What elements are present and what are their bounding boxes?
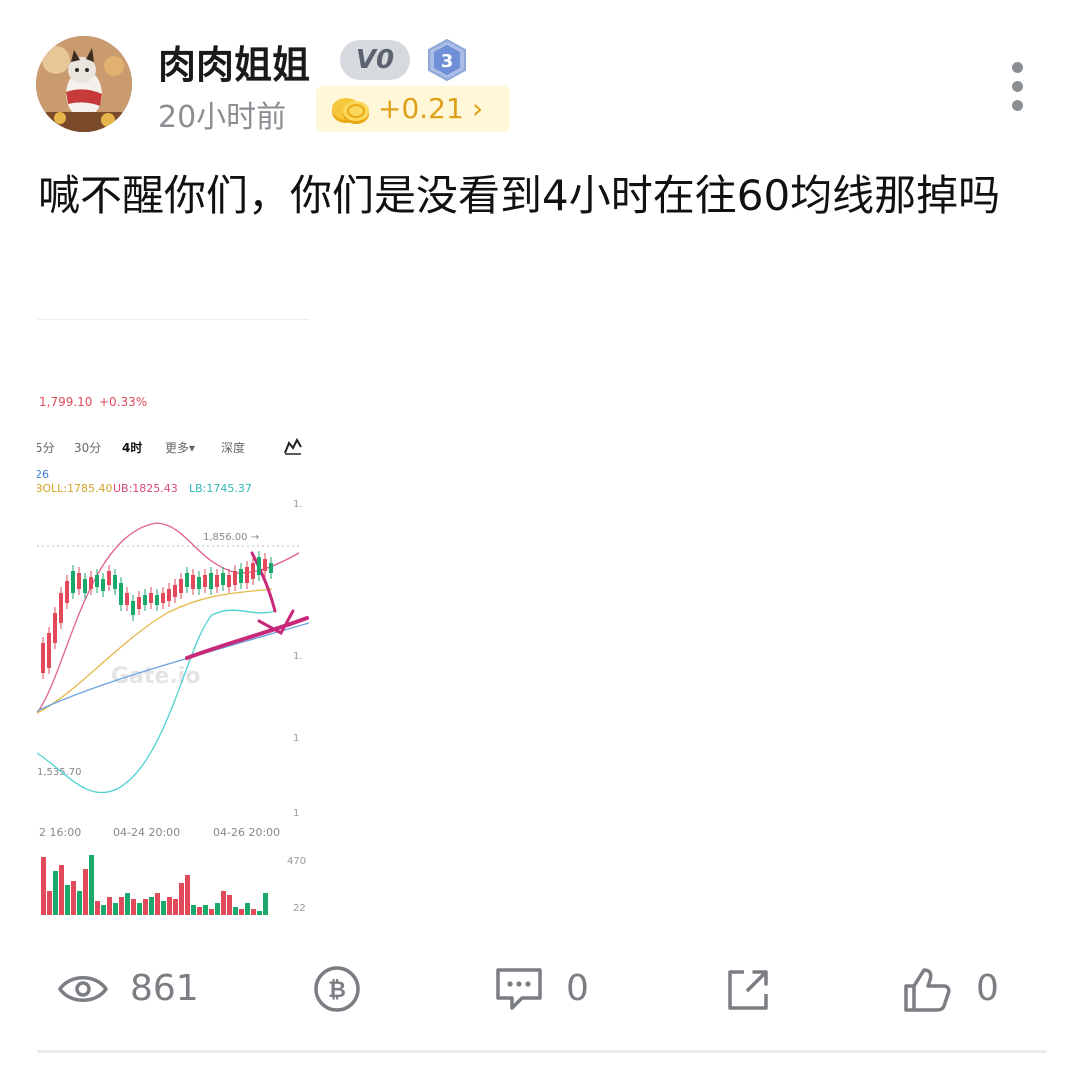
volume-bar [77,891,82,915]
candles-group [41,551,273,679]
volume-bar [239,909,244,915]
coin-icon [330,94,372,126]
views-icon [56,964,110,1014]
volume-bar [155,893,160,915]
tab-5min[interactable]: 5分 [37,439,55,456]
volume-bar [227,895,232,915]
divider [37,1050,1047,1053]
volume-bar [83,869,88,915]
post-image[interactable]: 1,799.10 +0.33% 5分 30分 4时 更多▾ 深度 26 BOLL… [37,313,309,918]
x-label: 2 16:00 [39,826,82,839]
more-dot-icon [1012,100,1023,111]
volume-bar [191,905,196,915]
vol-label: 470 [287,856,307,867]
volume-bar [233,907,238,915]
volume-bar [149,897,154,915]
tab-depth[interactable]: 深度 [221,439,245,456]
price-change: +0.33% [99,395,148,409]
volume-bar [173,899,178,915]
comment-icon[interactable] [492,964,546,1014]
volume-bar [131,899,136,915]
volume-chart [41,855,268,915]
volume-bar [53,871,58,915]
tab-4h[interactable]: 4时 [122,439,142,456]
like-icon[interactable] [900,964,954,1014]
boll-mid-line [37,588,273,714]
volume-bar [137,903,142,915]
y-tick: 1 [293,808,300,819]
volume-bar [251,909,256,915]
volume-bar [71,881,76,915]
x-label: 04-24 20:00 [113,826,181,839]
more-options-button[interactable] [1004,60,1032,114]
volume-bar [245,903,250,915]
volume-bar [197,907,202,915]
volume-bar [113,903,118,915]
comments-count[interactable]: 0 [566,968,589,1009]
volume-bar [119,897,124,915]
boll-lower-line [37,609,276,794]
volume-bar [65,885,70,915]
indicator-name: 26 [37,468,49,481]
volume-bar [89,855,94,915]
reward-value: +0.21 [378,92,464,125]
tab-more[interactable]: 更多▾ [165,439,195,456]
chevron-right-icon: › [472,92,484,125]
cropped-tab-row [37,313,309,320]
price-value: 1,799.10 [39,395,93,409]
y-tick: 1 [293,733,300,744]
volume-bar [215,903,220,915]
post-time: 20小时前 [158,100,287,135]
volume-bar [161,901,166,915]
volume-bar [179,883,184,915]
volume-bar [263,893,268,915]
share-icon[interactable] [722,964,776,1014]
x-label: 04-26 20:00 [213,826,281,839]
avatar-image [36,36,132,132]
volume-bar [167,897,172,915]
post-content: 喊不醒你们，你们是没看到4小时在往60均线那掉吗 [38,171,1001,220]
volume-bar [185,875,190,915]
chart-type-icon[interactable] [283,437,303,455]
volume-bar [59,865,64,915]
vol-label: 22 [293,903,306,914]
more-dot-icon [1012,62,1023,73]
volume-bar [107,897,112,915]
low-label: 1,535.70 [37,767,82,778]
likes-count[interactable]: 0 [976,968,999,1009]
volume-bar [209,909,214,915]
volume-bar [257,911,262,915]
volume-bar [143,899,148,915]
volume-bar [41,857,46,915]
level-badge: V0 [340,40,410,80]
volume-bar [47,891,52,915]
author-name[interactable]: 肉肉姐姐 [158,34,310,89]
volume-bar [221,891,226,915]
y-tick: 1. [293,499,303,510]
tab-30min[interactable]: 30分 [74,439,101,456]
more-dot-icon [1012,81,1023,92]
volume-bar [203,905,208,915]
high-label: 1,856.00 → [203,532,259,543]
rank-badge: 3 [426,38,468,82]
svg-text:₿: ₿ [328,978,346,1003]
volume-bar [101,905,106,915]
avatar[interactable] [36,36,132,132]
rank-number: 3 [441,51,454,72]
volume-bar [125,893,130,915]
views-count: 861 [130,968,199,1009]
candlestick-chart: 1,856.00 → 1,535.70 Gate.io [37,522,309,794]
tip-coin-icon[interactable]: ₿ [310,964,364,1014]
y-tick: 1. [293,651,303,662]
volume-bar [95,901,100,915]
